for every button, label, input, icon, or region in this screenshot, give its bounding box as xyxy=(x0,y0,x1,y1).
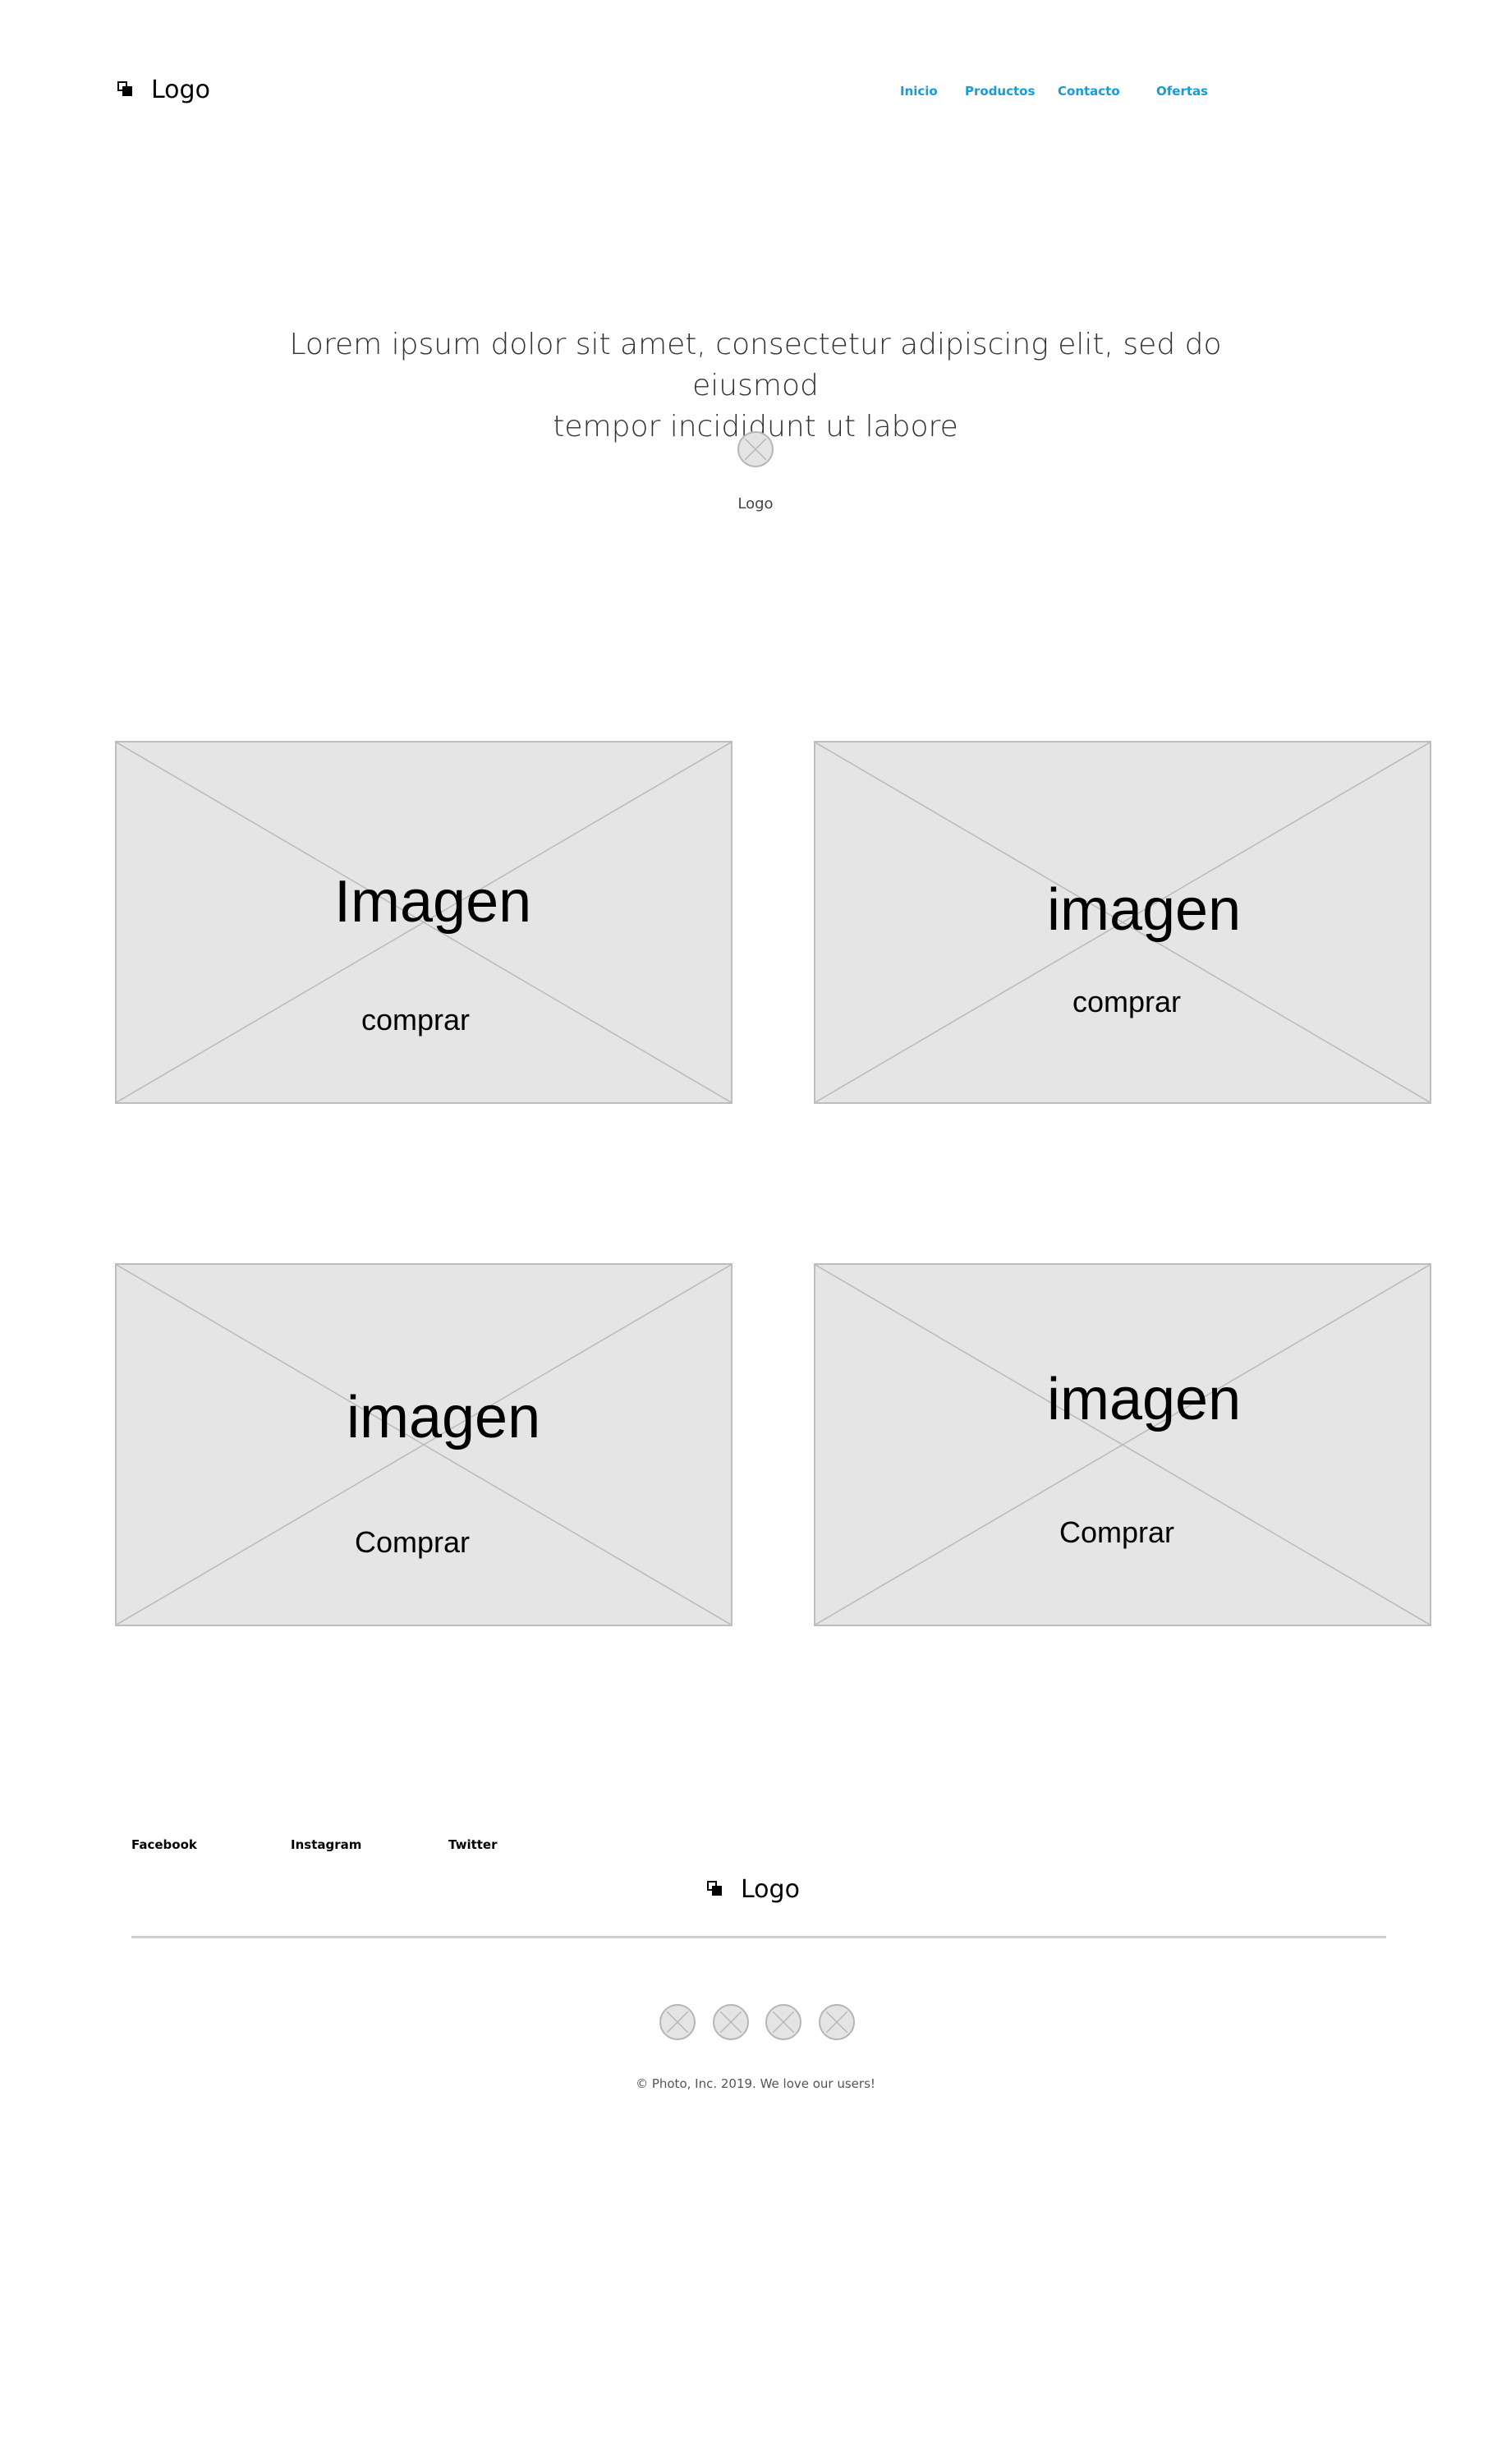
hero-logo-label: Logo xyxy=(737,495,774,513)
buy-button[interactable]: comprar xyxy=(1072,987,1181,1017)
header-logo-text[interactable]: Logo xyxy=(151,78,210,103)
footer-link-twitter[interactable]: Twitter xyxy=(448,1839,498,1851)
product-card-2[interactable]: imagen comprar xyxy=(814,741,1431,1104)
footer-logo-text[interactable]: Logo xyxy=(741,1878,800,1902)
hero-logo-icon xyxy=(737,431,774,467)
hero-text: Lorem ipsum dolor sit amet, consectetur … xyxy=(230,324,1281,448)
card-title: imagen xyxy=(347,1385,541,1450)
card-title: Imagen xyxy=(334,869,532,935)
logo-icon[interactable] xyxy=(117,81,132,96)
hero-text-line-1: Lorem ipsum dolor sit amet, consectetur … xyxy=(289,328,1222,402)
card-title: imagen xyxy=(1047,877,1242,943)
footer-link-instagram[interactable]: Instagram xyxy=(291,1839,361,1851)
social-icon-3[interactable] xyxy=(765,2004,801,2040)
footer-logo-icon[interactable] xyxy=(707,1881,722,1896)
product-card-4[interactable]: imagen Comprar xyxy=(814,1263,1431,1626)
footer-divider xyxy=(131,1936,1386,1938)
card-title: imagen xyxy=(1047,1367,1242,1432)
social-icon-4[interactable] xyxy=(819,2004,855,2040)
buy-button[interactable]: Comprar xyxy=(355,1528,470,1557)
nav-item-ofertas[interactable]: Ofertas xyxy=(1156,85,1208,98)
buy-button[interactable]: Comprar xyxy=(1059,1518,1174,1547)
copyright-text: © Photo, Inc. 2019. We love our users! xyxy=(636,2076,875,2091)
nav-item-productos[interactable]: Productos xyxy=(965,85,1035,98)
product-card-1[interactable]: Imagen comprar xyxy=(115,741,733,1104)
nav-item-contacto[interactable]: Contacto xyxy=(1058,85,1120,98)
buy-button[interactable]: comprar xyxy=(361,1005,470,1035)
social-icon-1[interactable] xyxy=(659,2004,696,2040)
product-card-3[interactable]: imagen Comprar xyxy=(115,1263,733,1626)
social-icon-2[interactable] xyxy=(713,2004,749,2040)
nav-item-inicio[interactable]: Inicio xyxy=(900,85,938,98)
footer-link-facebook[interactable]: Facebook xyxy=(131,1839,197,1851)
